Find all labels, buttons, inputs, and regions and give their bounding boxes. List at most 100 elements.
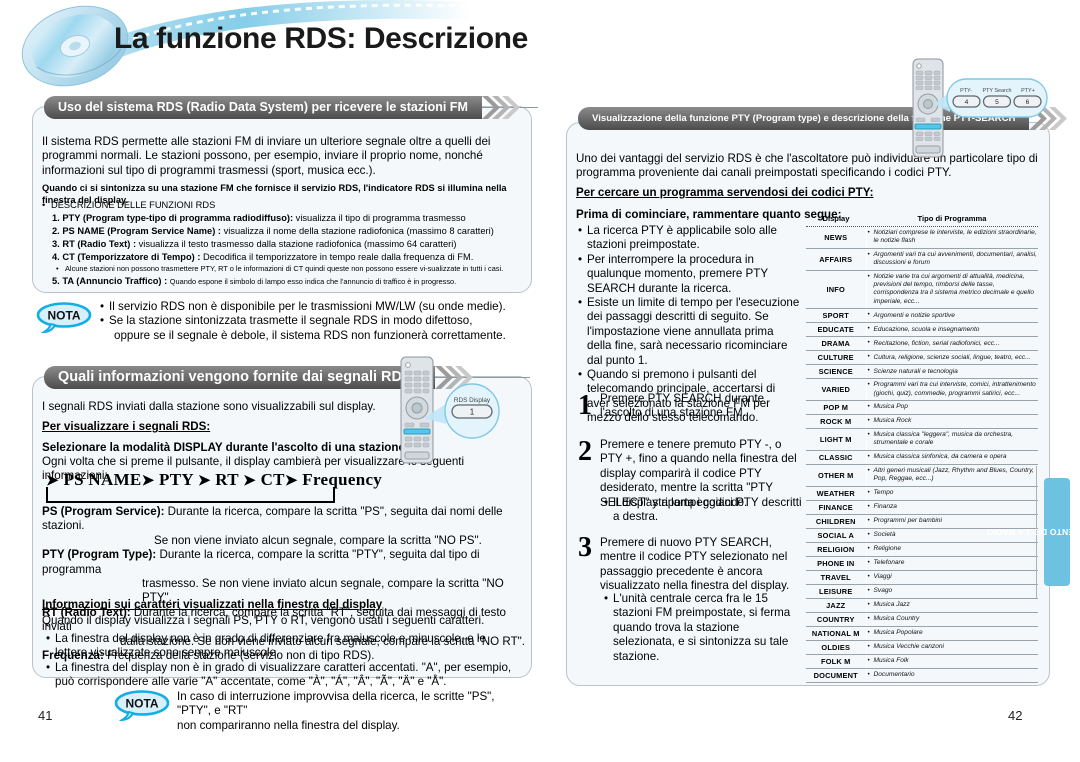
table-row: EDUCATEEducazione, scuola e insegnamento <box>806 322 1038 338</box>
pty-display-code: LEISURE <box>806 584 867 599</box>
list-item: La finestra del display non è in grado d… <box>46 632 520 661</box>
table-row: LIGHT MMusica classica "leggera", musica… <box>806 428 1038 451</box>
pty-program-description: Musica Vecchie canzoni <box>866 640 1038 655</box>
nota-text-1: Il servizio RDS non è disponibile per le… <box>100 300 520 343</box>
nota-badge: NOTA <box>114 690 170 722</box>
table-row: SPORTArgomenti e notizie sportive <box>806 308 1038 324</box>
pty-program-description: Notizie varie tra cui argomenti di attua… <box>866 270 1038 310</box>
pty-display-code: INFO <box>806 270 867 310</box>
nota-text-2: In caso di interruzione improvvisa della… <box>177 690 495 732</box>
pty-program-description: Notiziari comprese le interviste, le edi… <box>866 226 1038 249</box>
column-header-program-type: Tipo di Programma <box>866 212 1038 227</box>
table-row: JAZZMusica Jazz <box>806 598 1038 613</box>
pty-display-code: DOCUMENT <box>806 668 867 683</box>
list-item: Il display riporta i codici PTY descritt… <box>604 496 802 525</box>
svg-text:RDS Display: RDS Display <box>454 397 491 404</box>
table-row: CLASSICMusica classica sinfonica, da cam… <box>806 450 1038 465</box>
bullet-icon: • <box>56 264 59 273</box>
table-row: OTHER MAltri generi musicali (Jazz, Rhyt… <box>806 464 1038 487</box>
pty-program-description: Educazione, scuola e insegnamento <box>866 322 1038 338</box>
table-row: VARIEDProgrammi vari tra cui interviste,… <box>806 378 1038 402</box>
rds-numbered-items: 1. PTY (Program type-tipo di programma r… <box>42 212 532 287</box>
list-item: PS (Program Service): Durante la ricerca… <box>42 505 503 547</box>
svg-text:4: 4 <box>965 99 969 106</box>
pty-program-description: Svago <box>866 584 1038 599</box>
pty-display-code: ROCK M <box>806 414 867 430</box>
pty-display-code: CLASSIC <box>806 450 867 465</box>
rds-signals-heading: Per visualizzare i segnali RDS: <box>42 420 211 433</box>
table-row: INFONotizie varie tra cui argomenti di a… <box>806 270 1038 310</box>
step-text-3: Premere di nuovo PTY SEARCH, mentre il c… <box>600 536 790 593</box>
callout-rds-display: RDS Display 1 <box>424 380 504 447</box>
pty-program-description: Musica Folk <box>866 654 1038 669</box>
table: Display Tipo di Programma NEWSNotiziari … <box>806 212 1038 683</box>
list-item: L'unità centrale cerca fra le 15 stazion… <box>604 592 802 664</box>
pty-program-description: Argomenti e notizie sportive <box>866 308 1038 324</box>
table-row: OLDIESMusica Vecchie canzoni <box>806 640 1038 655</box>
pty-program-description: Religione <box>866 542 1038 557</box>
pty-program-description: Altri generi musicali (Jazz, Rhythm and … <box>866 464 1038 487</box>
list-item: La finestra del display non è in grado d… <box>46 661 520 690</box>
table-row: SCIENCEScienze naturali e tecnologia <box>806 364 1038 380</box>
pty-display-code: LIGHT M <box>806 428 867 451</box>
pty-program-description: Musica classica "leggera", musica da orc… <box>866 428 1038 451</box>
svg-text:PTY+: PTY+ <box>1021 88 1035 94</box>
pty-program-description: Recitazione, fiction, serial radiofonici… <box>866 336 1038 352</box>
pty-program-description: Musica Pop <box>866 400 1038 416</box>
list-item: 1. PTY (Program type-tipo di programma r… <box>52 213 466 223</box>
pty-program-description: Scienze naturali e tecnologia <box>866 364 1038 380</box>
svg-text:NOTA: NOTA <box>47 309 80 323</box>
pty-program-description: Argomenti vari tra cui avvenimenti, docu… <box>866 248 1038 271</box>
pty-display-code: CHILDREN <box>806 514 867 529</box>
bullet-icon: • <box>42 200 46 210</box>
table-row: TRAVELViaggi <box>806 570 1038 585</box>
step-sub-3: L'unità centrale cerca fra le 15 stazion… <box>604 592 802 664</box>
pty-intro: Uno dei vantaggi del servizio RDS è che … <box>576 152 1038 180</box>
svg-text:PTY-: PTY- <box>960 88 972 94</box>
nota-badge: NOTA <box>36 302 92 334</box>
banner-rds-signals: Quali informazioni vengono fornite dai s… <box>44 366 473 389</box>
pty-display-code: FINANCE <box>806 500 867 515</box>
pty-display-code: CULTURE <box>806 350 867 366</box>
chars-intro: Quando il display visualizza i segnali P… <box>42 614 485 627</box>
table-row: WEATHERTempo <box>806 486 1038 501</box>
table-row: PHONE INTelefonare <box>806 556 1038 571</box>
pty-program-description: Programmi vari tra cui interviste, comic… <box>866 378 1038 402</box>
pty-display-code: SCIENCE <box>806 364 867 380</box>
list-item: 2. PS NAME (Program Service Name) : visu… <box>52 226 494 236</box>
chars-heading: Informazioni sui caratteri visualizzati … <box>42 598 383 611</box>
side-tab-radio-operation: FUNZIONAMENTO DELLA RADIO <box>986 478 1080 586</box>
pty-program-description: Viaggi <box>866 570 1038 585</box>
pty-program-description: Finanza <box>866 500 1038 515</box>
chars-bullets: La finestra del display non è in grado d… <box>46 632 520 690</box>
banner-rds-usage: Uso del sistema RDS (Radio Data System) … <box>44 96 520 119</box>
pty-program-description: Documentario <box>866 668 1038 683</box>
pty-program-description: Musica Country <box>866 612 1038 627</box>
table-row: FINANCEFinanza <box>806 500 1038 515</box>
table-body: NEWSNotiziari comprese le interviste, le… <box>806 226 1038 683</box>
pty-program-description: Musica Jazz <box>866 598 1038 613</box>
pty-display-code: FOLK M <box>806 654 867 669</box>
table-row: LEISURESvago <box>806 584 1038 599</box>
step-number-2: 2 <box>578 436 592 467</box>
page-number-left: 41 <box>38 708 53 723</box>
rds-functions-heading: • DESCRIZIONE DELLE FUNZIONI RDS <box>42 200 216 210</box>
pty-display-code: POP M <box>806 400 867 416</box>
list-item: Il servizio RDS non è disponibile per le… <box>100 300 520 315</box>
table-row: DOCUMENTDocumentario <box>806 668 1038 683</box>
svg-text:PTY Search: PTY Search <box>983 88 1012 94</box>
pty-display-code: DRAMA <box>806 336 867 352</box>
step-number-3: 3 <box>578 532 592 563</box>
pty-display-code: SPORT <box>806 308 867 324</box>
pty-code-table: Display Tipo di Programma NEWSNotiziari … <box>806 212 1038 683</box>
pty-heading: Per cercare un programma servendosi dei … <box>576 186 874 199</box>
pty-program-description: Telefonare <box>866 556 1038 571</box>
list-item: 5. TA (Annuncio Traffico) : Quando espon… <box>52 275 457 286</box>
list-item: Se la stazione sintonizzata trasmette il… <box>100 314 520 343</box>
pty-display-code: OTHER M <box>806 464 867 487</box>
pty-display-code: EDUCATE <box>806 322 867 338</box>
page-number-right: 42 <box>1008 708 1023 723</box>
table-row: RELIGIONReligione <box>806 542 1038 557</box>
rds-intro-text: Il sistema RDS permette alle stazioni FM… <box>42 135 491 177</box>
pty-program-description: Cultura, religione, scienze sociali, lin… <box>866 350 1038 366</box>
